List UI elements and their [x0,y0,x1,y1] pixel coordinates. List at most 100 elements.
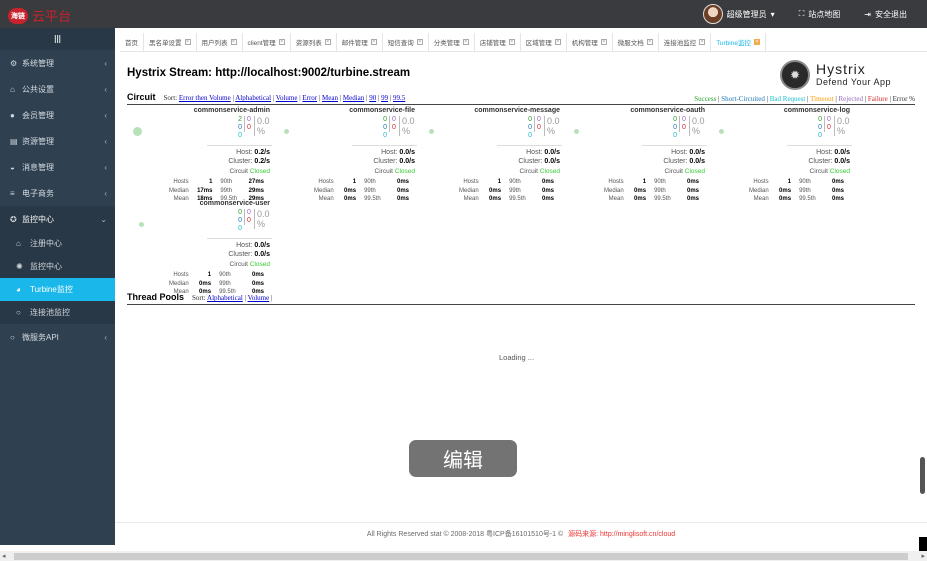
tab-users[interactable]: 用户列表 × [197,33,243,51]
circuit-status: Circuit Closed [810,168,850,175]
tab-shop[interactable]: 店铺管理 × [475,33,521,51]
close-icon[interactable]: × [462,39,469,45]
stat-label: Hosts [753,179,769,185]
latency-stats: Hosts 1 90th 0ms Median 0ms 99th 0ms Mean 0ms 99.5… [602,177,707,205]
stat-label: Median [169,280,189,287]
latency-row: Median 0ms 99th 0ms [604,188,705,195]
page-title: Hystrix Stream: http://localhost:9002/tu… [127,67,411,79]
tab-resources[interactable]: 资源列表 × [291,33,337,51]
sidebar-subitem-monitor-center[interactable]: ✺ 监控中心 [0,255,115,278]
scroll-left-icon[interactable]: ◂ [2,552,6,560]
close-icon[interactable]: × [416,39,423,45]
close-icon[interactable]: × [699,39,706,45]
sort-99-link[interactable]: 99 [381,94,388,102]
circuit-count: 0 [238,124,242,131]
close-icon[interactable]: × [278,39,285,45]
tab-mail[interactable]: 邮件管理 × [337,33,383,51]
user-name: 超级管理员 [726,9,767,19]
site-map-link[interactable]: ⛶ 站点地图 [799,9,841,20]
logo[interactable]: 海链 云平台 [8,6,71,25]
sidebar-item-microservice-api[interactable]: ○ 微服务API ‹ [0,324,115,350]
circuit-box: commonservice-admin 2 0 0 0 0 0.0 % Host: 0.2/s… [127,107,272,202]
menu-icon[interactable]: Ⅲ [0,28,115,50]
sidebar-item-public[interactable]: ⌂ 公共设置 ‹ [0,76,115,102]
tab-region[interactable]: 区域管理 × [521,33,567,51]
scroll-right-icon[interactable]: ▸ [921,552,925,560]
sidebar-item-monitor[interactable]: ✪ 监控中心 ⌄ [0,206,115,232]
tab-turbine[interactable]: Turbine监控 × [711,33,766,51]
sidebar-item-ecommerce[interactable]: ≡ 电子商务 ‹ [0,180,115,206]
circuit-count: 0 [528,116,532,123]
sort-volume-link[interactable]: Volume [276,94,298,102]
logout-link[interactable]: ⇥ 安全退出 [864,9,907,20]
sidebar-subitem-registry[interactable]: ⌂ 注册中心 [0,232,115,255]
circuit-header: Circuit Sort: Error then Volume | Alphab… [127,92,915,105]
tab-category[interactable]: 分类管理 × [429,33,475,51]
sidebar-item-resources[interactable]: ▤ 资源管理 ‹ [0,128,115,154]
close-icon[interactable]: × [370,39,377,45]
circuit-count: 0 [247,124,251,131]
close-icon[interactable]: × [600,39,607,45]
sort-995-link[interactable]: 99.5 [393,94,405,102]
circuit-status: Circuit Closed [230,168,270,175]
close-icon[interactable]: × [554,39,561,45]
sort-error-volume-link[interactable]: Error then Volume [179,94,231,102]
stat-label: 99.5th [654,196,671,202]
tab-label: 分类管理 [433,40,460,47]
sidebar-item-messages[interactable]: ◒ 消息管理 ‹ [0,154,115,180]
tab-home[interactable]: 首页 [120,33,144,51]
circuit-box: commonservice-log 0 0 0 0 0 0.0 % Host: 0.0/s Cl… [707,107,852,202]
circuit-count: 0 [682,116,686,123]
tab-sms[interactable]: 短信查询 × [383,33,429,51]
sort-error-link[interactable]: Error [302,94,317,102]
sidebar-subitem-label: 连接池监控 [30,308,70,317]
close-icon[interactable]: × [508,39,515,45]
tab-blacklist[interactable]: 黑名单设置 × [144,33,197,51]
circuit-error-pct: 0.0 % [254,209,272,229]
circuit-host-rate: Host: 0.0/s [816,149,850,156]
sidebar-subitem-turbine[interactable]: ◕ Turbine监控 [0,278,115,301]
sidebar-item-members[interactable]: ● 会员管理 ‹ [0,102,115,128]
close-icon[interactable]: × [184,39,191,45]
tab-label: 机构管理 [571,40,598,47]
sort-alpha-link[interactable]: Alphabetical [235,94,271,102]
sidebar-subitem-pool-monitor[interactable]: ○ 连接池监控 [0,301,115,324]
close-icon[interactable]: × [230,39,237,45]
user-menu[interactable]: 超级管理员 ▾ [702,4,775,24]
cluster-label: Cluster: [228,158,253,165]
vertical-scrollbar[interactable] [920,457,925,494]
close-icon[interactable]: × [324,39,331,45]
cluster-label: Cluster: [373,158,398,165]
circuit-count: 0 [537,124,541,131]
tab-docs[interactable]: 微服文档 × [613,33,659,51]
circuit-sparkline [207,145,272,146]
legend-short-circuited: Short-Circuited [721,95,765,103]
tab-pool[interactable]: 连接池监控 × [659,33,712,51]
tp-sort-alpha-link[interactable]: Alphabetical [207,294,243,302]
sort-90-link[interactable]: 90 [369,94,376,102]
tab-client[interactable]: client管理 × [243,33,291,51]
tp-sort-volume-link[interactable]: Volume [248,294,270,302]
tab-org[interactable]: 机构管理 × [567,33,613,51]
latency-row: Hosts 1 90th 27ms [169,179,270,186]
circuit-count: 0 [528,124,532,131]
close-icon[interactable]: × [646,39,653,45]
sidebar-item-label: 会员管理 [22,110,54,120]
stat-value: 0ms [634,187,647,194]
cluster-label: Cluster: [663,158,688,165]
sort-mean-link[interactable]: Mean [322,94,338,102]
circuit-health-bubble [719,129,724,134]
stat-label: 99th [219,280,231,287]
edit-button[interactable]: 编辑 [409,440,517,477]
porcupine-icon: ✹ [780,60,810,90]
circuit-health-bubble [429,129,434,134]
footer-source-link[interactable]: http://minglisoft.cn/cloud [600,531,675,538]
stat-label: Mean [318,196,334,202]
horizontal-scrollbar-thumb[interactable] [14,553,908,560]
close-icon[interactable]: × [754,39,760,45]
stat-label: Mean [753,196,769,202]
sidebar-item-system[interactable]: ⚙ 系统管理 ‹ [0,50,115,76]
tab-label: 用户列表 [201,40,228,47]
sort-median-link[interactable]: Median [343,94,364,102]
host-rate-value: 0.0/s [834,149,850,156]
